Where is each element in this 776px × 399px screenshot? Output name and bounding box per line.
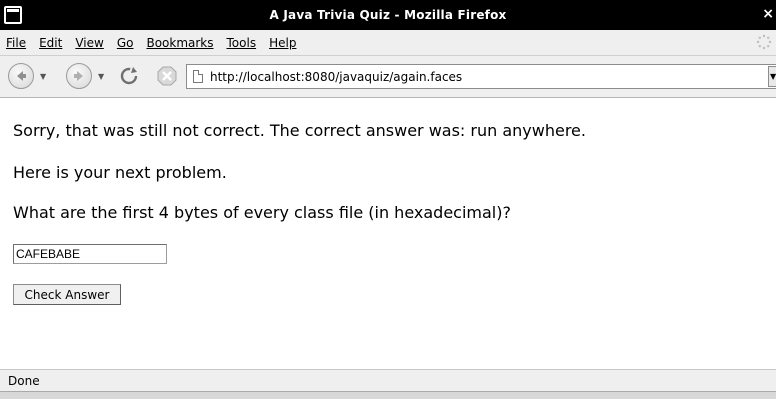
check-answer-button[interactable]: Check Answer: [13, 284, 121, 305]
back-arrow-icon: [17, 71, 26, 81]
forward-history-chevron-icon[interactable]: ▼: [98, 72, 104, 81]
url-bar[interactable]: http://localhost:8080/javaquiz/again.fac…: [186, 64, 776, 89]
menu-item-go[interactable]: Go: [117, 36, 134, 50]
back-history-chevron-icon[interactable]: ▼: [40, 72, 46, 81]
url-text: http://localhost:8080/javaquiz/again.fac…: [210, 69, 463, 84]
menu-item-edit[interactable]: Edit: [39, 36, 62, 50]
throbber-icon: [756, 34, 772, 50]
stop-icon[interactable]: [156, 65, 178, 87]
menu-item-view-label: View: [75, 35, 104, 50]
menu-item-tools[interactable]: Tools: [227, 36, 257, 50]
next-problem-text: Here is your next problem.: [13, 163, 227, 182]
menu-item-bookmarks[interactable]: Bookmarks: [146, 36, 213, 50]
forward-arrow-icon: [74, 71, 83, 81]
menu-item-view[interactable]: View: [75, 36, 103, 50]
menu-item-bookmarks-label: Bookmarks: [146, 35, 214, 50]
reload-icon[interactable]: [118, 65, 140, 87]
answer-input[interactable]: [13, 244, 167, 264]
menu-item-tools-label: Tools: [226, 35, 257, 50]
back-icon[interactable]: [8, 63, 34, 89]
question-text: What are the first 4 bytes of every clas…: [13, 203, 511, 222]
window-titlebar: A Java Trivia Quiz - Mozilla Firefox ×: [0, 0, 776, 30]
close-icon[interactable]: ×: [762, 6, 774, 22]
window-title: A Java Trivia Quiz - Mozilla Firefox: [269, 8, 507, 22]
url-dropdown-chevron-icon[interactable]: ▼: [768, 66, 776, 87]
feedback-text: Sorry, that was still not correct. The c…: [13, 121, 586, 140]
menu-item-file-label: File: [6, 35, 27, 50]
page-icon: [193, 70, 203, 83]
menu-item-edit-label: Edit: [39, 35, 63, 50]
window-bottom-edge: [0, 391, 776, 399]
menu-item-go-label: Go: [116, 35, 134, 50]
status-bar: Done: [0, 369, 776, 391]
menu-item-file[interactable]: File: [6, 36, 26, 50]
menubar: File Edit View Go Bookmarks Tools Help: [0, 30, 776, 56]
menu-item-help-label: Help: [269, 35, 297, 50]
window-menu-button[interactable]: [4, 6, 22, 24]
status-text: Done: [8, 373, 40, 388]
page-content: Sorry, that was still not correct. The c…: [0, 99, 776, 369]
navigation-toolbar: ▼ ▼ http://localhost:8080/javaquiz/again…: [0, 56, 776, 98]
forward-icon[interactable]: [66, 63, 92, 89]
menu-item-help[interactable]: Help: [269, 36, 296, 50]
